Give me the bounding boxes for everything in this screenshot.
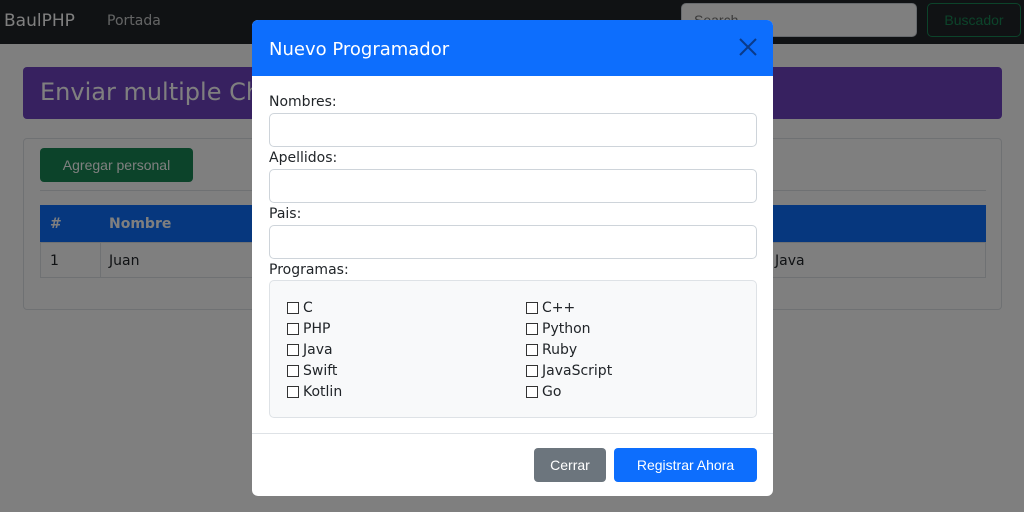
footer-divider [252, 433, 773, 434]
checkbox-java[interactable]: Java [287, 339, 342, 360]
cerrar-button[interactable]: Cerrar [534, 448, 606, 482]
checkbox-javascript[interactable]: JavaScript [526, 360, 612, 381]
checkbox-box[interactable] [526, 301, 538, 314]
apellidos-input[interactable] [269, 169, 757, 203]
checkbox-box[interactable] [526, 385, 538, 398]
checkbox-box[interactable] [287, 301, 299, 314]
checkbox-cplusplus[interactable]: C++ [526, 297, 612, 318]
checkbox-label: Ruby [542, 341, 578, 358]
checkbox-box[interactable] [526, 343, 538, 356]
pais-input[interactable] [269, 225, 757, 259]
checkbox-swift[interactable]: Swift [287, 360, 342, 381]
modal-header: Nuevo Programador [252, 20, 773, 76]
modal-title: Nuevo Programador [269, 39, 450, 60]
new-programmer-modal: Nuevo Programador Nombres: Apellidos: Pa… [252, 20, 773, 496]
checkbox-label: PHP [303, 320, 331, 337]
checkbox-label: Go [542, 383, 562, 400]
checkbox-box[interactable] [526, 322, 538, 335]
programs-checkbox-group: C PHP Java Swift Kotlin C++ Python Ruby JavaScr… [269, 280, 757, 418]
checkbox-php[interactable]: PHP [287, 318, 342, 339]
checkbox-kotlin[interactable]: Kotlin [287, 381, 342, 402]
checkbox-ruby[interactable]: Ruby [526, 339, 612, 360]
checkbox-box[interactable] [287, 322, 299, 335]
checkbox-label: Java [303, 341, 333, 358]
checkbox-label: Kotlin [303, 383, 343, 400]
checkbox-label: JavaScript [542, 362, 613, 379]
checkbox-box[interactable] [287, 343, 299, 356]
checkbox-label: Swift [303, 362, 338, 379]
pais-label: Pais: [269, 206, 302, 222]
registrar-button[interactable]: Registrar Ahora [614, 448, 757, 482]
checkbox-go[interactable]: Go [526, 381, 612, 402]
checkbox-box[interactable] [287, 385, 299, 398]
nombres-input[interactable] [269, 113, 757, 147]
programas-label: Programas: [269, 262, 349, 278]
checkbox-label: C [303, 299, 313, 316]
apellidos-label: Apellidos: [269, 150, 338, 166]
close-icon[interactable] [737, 36, 759, 58]
checkbox-python[interactable]: Python [526, 318, 612, 339]
checkbox-box[interactable] [287, 364, 299, 377]
checkbox-c[interactable]: C [287, 297, 342, 318]
checkbox-label: Python [542, 320, 591, 337]
checkbox-box[interactable] [526, 364, 538, 377]
nombres-label: Nombres: [269, 94, 337, 110]
checkbox-label: C++ [542, 299, 576, 316]
